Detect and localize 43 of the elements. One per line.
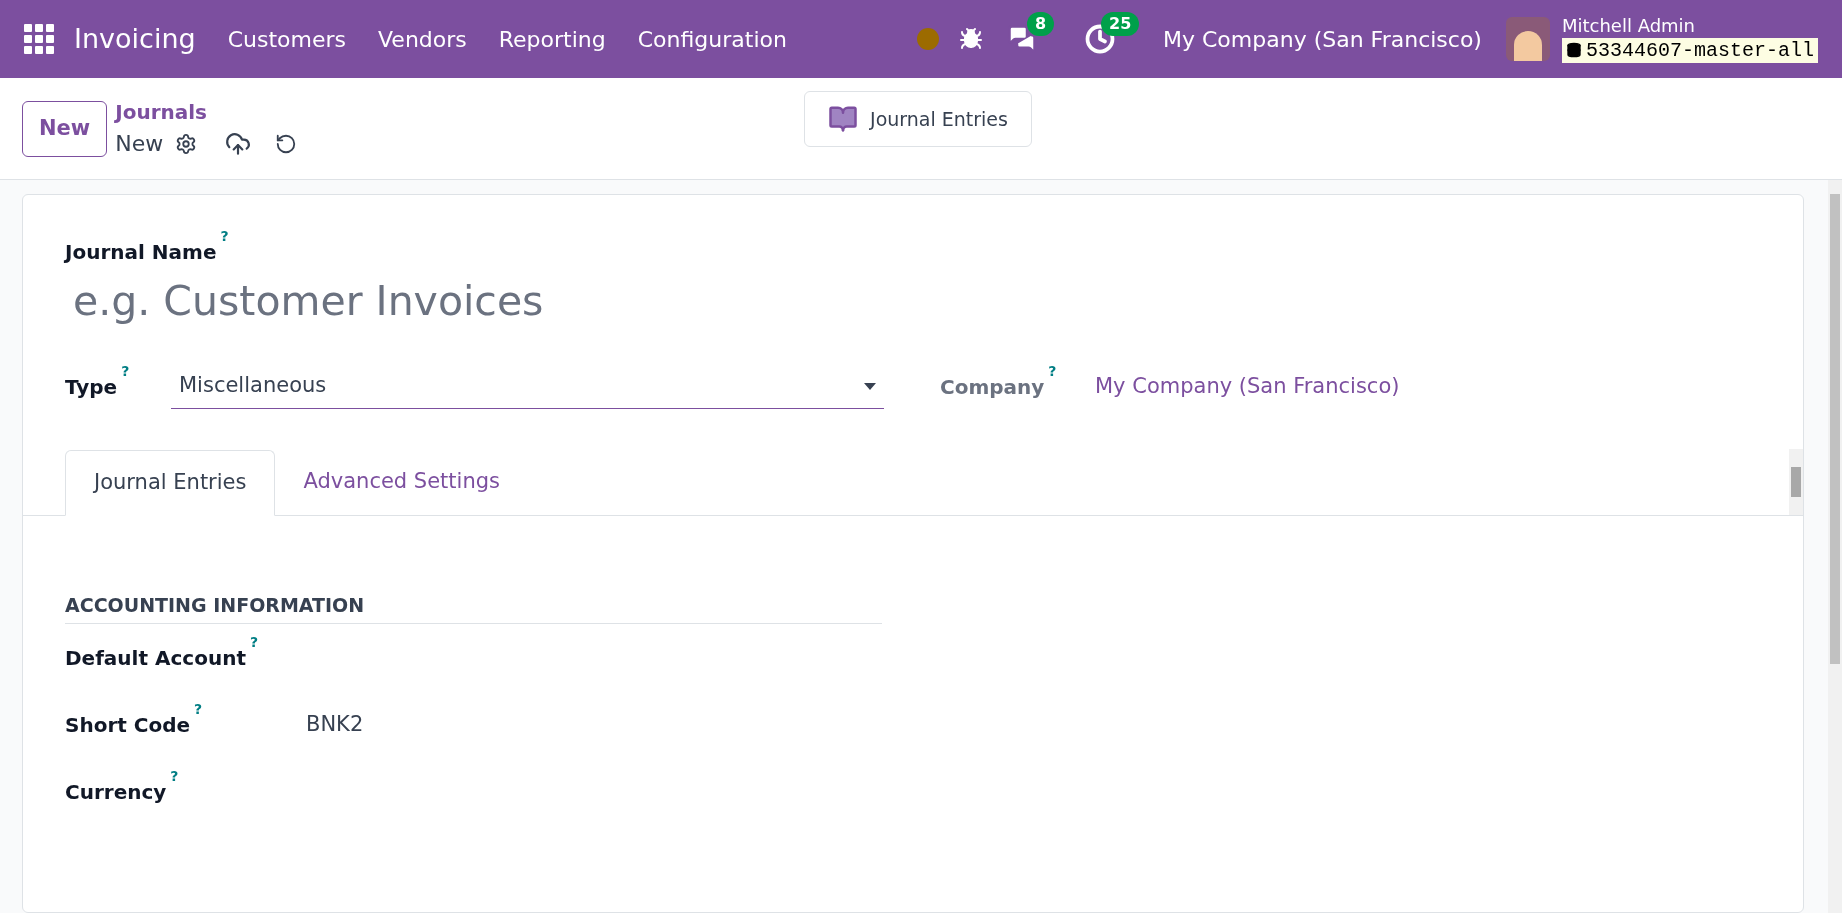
- help-tooltip-icon[interactable]: ?: [1048, 363, 1057, 378]
- settings-gear-icon[interactable]: [175, 132, 198, 155]
- menu-item[interactable]: Reporting: [498, 22, 606, 56]
- new-button[interactable]: New: [22, 100, 108, 157]
- book-icon: [828, 104, 859, 134]
- messages-count-badge: 8: [1027, 12, 1055, 36]
- menu-item[interactable]: Vendors: [378, 22, 467, 56]
- help-tooltip-icon[interactable]: ?: [249, 634, 259, 649]
- form-tab[interactable]: Journal Entries: [65, 449, 276, 516]
- company-switcher[interactable]: My Company (San Francisco): [1163, 22, 1482, 56]
- journal-name-input[interactable]: e.g. Customer Invoices: [65, 271, 905, 333]
- debug-bug-icon[interactable]: [959, 27, 983, 51]
- database-name-badge: 53344607-master-all: [1561, 37, 1818, 63]
- activities-count-badge: 25: [1101, 12, 1140, 36]
- menu-item[interactable]: Customers: [227, 22, 346, 56]
- form-tab[interactable]: Advanced Settings: [275, 448, 528, 515]
- field-label: Short Code: [65, 711, 191, 739]
- field-label: Type: [65, 373, 118, 401]
- user-avatar[interactable]: [1505, 17, 1550, 61]
- journal-entries-smart-button[interactable]: Journal Entries: [804, 91, 1032, 147]
- menu-item[interactable]: Configuration: [637, 22, 787, 56]
- dropdown-caret-icon: [864, 382, 876, 390]
- breadcrumb-link[interactable]: Journals: [115, 97, 298, 127]
- record-title: New: [115, 130, 164, 158]
- apps-menu-icon[interactable]: [24, 24, 54, 54]
- help-tooltip-icon[interactable]: ?: [194, 701, 203, 716]
- field-label: Currency: [65, 778, 167, 806]
- user-name[interactable]: Mitchell Admin: [1561, 15, 1818, 38]
- help-tooltip-icon[interactable]: ?: [220, 229, 229, 243]
- help-tooltip-icon[interactable]: ?: [121, 363, 130, 378]
- discard-icon[interactable]: [275, 132, 298, 155]
- app-name[interactable]: Invoicing: [74, 18, 196, 60]
- save-cloud-icon[interactable]: [225, 130, 252, 157]
- page-scrollbar[interactable]: [1828, 180, 1842, 913]
- field-label: Journal Name: [65, 239, 217, 266]
- type-select[interactable]: Miscellaneous: [171, 364, 884, 409]
- company-link[interactable]: My Company (San Francisco): [1095, 370, 1400, 403]
- field-value[interactable]: BNK2: [306, 708, 364, 741]
- field-label: Company: [940, 373, 1045, 401]
- section-heading: ACCOUNTING INFORMATION: [65, 593, 365, 616]
- field-label: Default Account: [65, 644, 246, 672]
- help-tooltip-icon[interactable]: ?: [170, 768, 179, 783]
- tabs-scrollbar[interactable]: [1789, 448, 1803, 515]
